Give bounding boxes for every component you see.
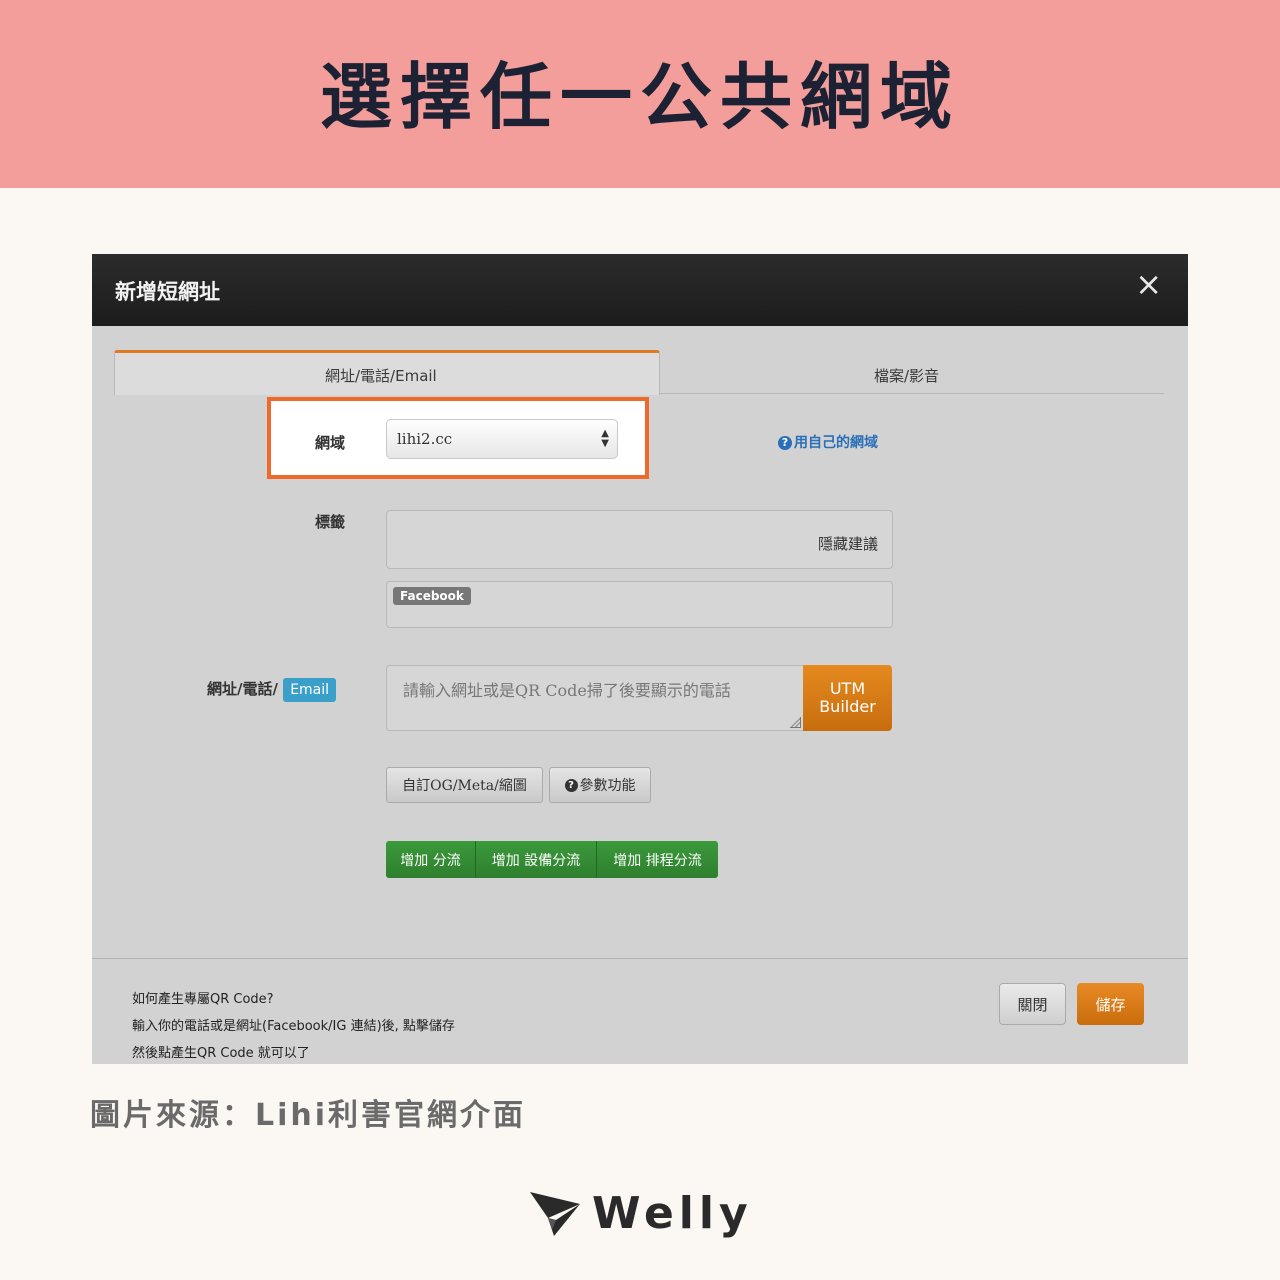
tag-suggestion-facebook[interactable]: Facebook <box>393 587 471 605</box>
banner: 選擇任一公共網域 <box>0 0 1280 188</box>
tab-label: 檔案/影音 <box>874 367 940 385</box>
domain-label: 網域 <box>315 434 346 452</box>
footer-note-1: 如何產生專屬QR Code? <box>132 992 274 1007</box>
domain-select[interactable]: lihi2.cc ▲ ▼ <box>386 419 618 459</box>
footer-divider <box>92 958 1188 959</box>
tags-label: 標籤 <box>315 513 346 531</box>
close-icon[interactable]: × <box>1135 268 1162 300</box>
footer-note-2: 輸入你的電話或是網址(Facebook/IG 連結)後, 點擊儲存 <box>132 1019 455 1034</box>
dialog-title: 新增短網址 <box>115 279 220 304</box>
utm-label-line1: UTM <box>829 679 866 698</box>
og-meta-label: 自訂OG/Meta/縮圖 <box>402 778 527 794</box>
image-source-caption: 圖片來源：Lihi利害官網介面 <box>90 1098 527 1133</box>
email-badge[interactable]: Email <box>283 678 337 702</box>
save-button[interactable]: 儲存 <box>1077 983 1144 1025</box>
own-domain-link-text: 用自己的網域 <box>794 435 878 451</box>
utm-label-line2: Builder <box>819 697 876 716</box>
url-field-label: 網址/電話/ Email <box>207 678 337 702</box>
add-split-label: 增加 分流 <box>400 852 461 869</box>
tab-label: 網址/電話/Email <box>325 367 437 385</box>
add-split-button[interactable]: 增加 分流 <box>386 841 476 878</box>
dialog-header: 新增短網址 × <box>92 254 1188 326</box>
chevron-updown-icon: ▲ ▼ <box>601 428 609 449</box>
params-button[interactable]: ? 參數功能 <box>549 767 651 803</box>
help-icon: ? <box>778 436 792 450</box>
welly-logo: Welly <box>530 1188 753 1239</box>
hide-suggestions-link[interactable]: 隱藏建議 <box>818 533 878 554</box>
tab-file-media[interactable]: 檔案/影音 <box>660 353 1164 393</box>
logo-text: Welly <box>592 1188 753 1239</box>
url-field-label-text: 網址/電話/ <box>207 680 278 698</box>
close-button[interactable]: 關閉 <box>999 983 1066 1025</box>
tags-input[interactable]: 隱藏建議 <box>386 510 893 569</box>
resize-handle-icon[interactable] <box>790 717 801 728</box>
tab-url-phone-email[interactable]: 網址/電話/Email <box>114 350 660 395</box>
add-device-split-label: 增加 設備分流 <box>491 852 581 869</box>
og-meta-button[interactable]: 自訂OG/Meta/縮圖 <box>386 767 543 803</box>
params-label: 參數功能 <box>579 778 636 794</box>
new-short-url-dialog: 新增短網址 × 網址/電話/Email 檔案/影音 網域 lihi2.cc ▲ ▼… <box>92 254 1188 1064</box>
banner-title: 選擇任一公共網域 <box>319 54 960 139</box>
url-input[interactable]: 請輸入網址或是QR Code掃了後要顯示的電話 <box>386 665 804 731</box>
tag-suggestions-box: Facebook <box>386 581 893 628</box>
domain-selected-value: lihi2.cc <box>397 430 453 448</box>
add-schedule-split-label: 增加 排程分流 <box>613 852 702 869</box>
help-icon: ? <box>564 778 578 792</box>
footer-note-3: 然後點產生QR Code 就可以了 <box>132 1046 310 1061</box>
paper-plane-icon <box>530 1191 580 1236</box>
utm-builder-button[interactable]: UTM Builder <box>803 665 892 731</box>
add-schedule-split-button[interactable]: 增加 排程分流 <box>597 841 718 878</box>
own-domain-link[interactable]: ? 用自己的網域 <box>778 432 878 452</box>
split-button-group: 增加 分流 增加 設備分流 增加 排程分流 <box>386 841 718 878</box>
url-input-placeholder: 請輸入網址或是QR Code掃了後要顯示的電話 <box>403 681 731 700</box>
add-device-split-button[interactable]: 增加 設備分流 <box>476 841 597 878</box>
